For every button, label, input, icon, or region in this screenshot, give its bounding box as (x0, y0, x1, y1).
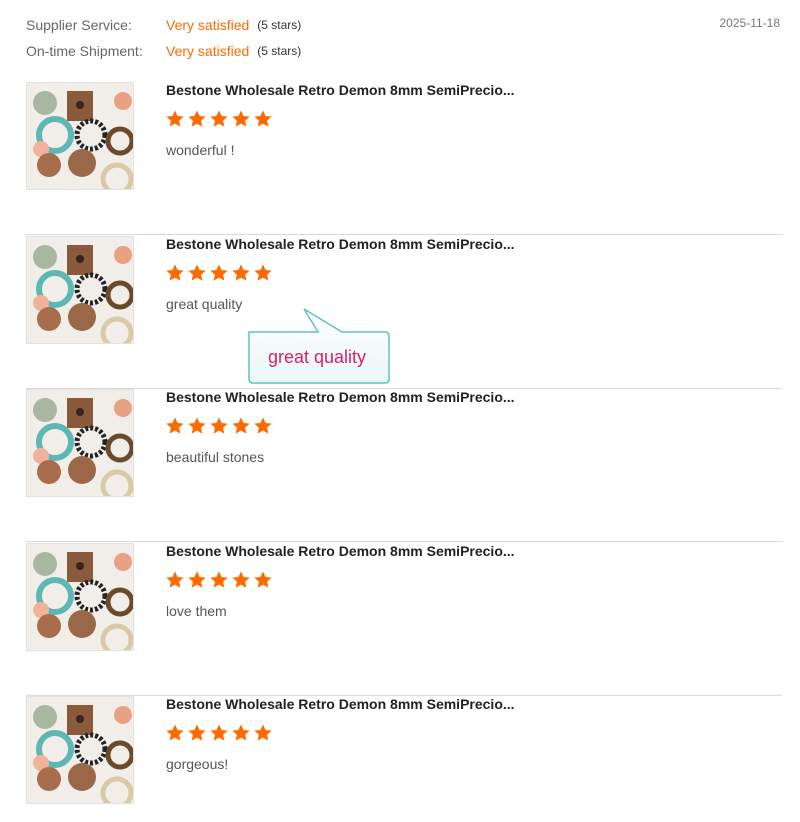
star-rating (165, 570, 273, 590)
star-icon (188, 417, 206, 434)
product-title[interactable]: Bestone Wholesale Retro Demon 8mm SemiPr… (166, 82, 515, 98)
supplier-service-rating: Supplier Service: Very satisfied (5 star… (26, 15, 301, 35)
review-item: Bestone Wholesale Retro Demon 8mm SemiPr… (26, 82, 782, 235)
supplier-service-label: Supplier Service: (26, 17, 132, 33)
star-icon (166, 110, 184, 127)
product-thumbnail[interactable] (26, 389, 134, 497)
star-icon (166, 571, 184, 588)
star-icon (232, 571, 250, 588)
star-icon (188, 571, 206, 588)
star-icon (254, 724, 272, 741)
star-rating (165, 109, 273, 129)
ontime-shipment-rating: On-time Shipment: Very satisfied (5 star… (26, 41, 301, 61)
star-icon (210, 264, 228, 281)
star-rating (165, 723, 273, 743)
star-icon (166, 417, 184, 434)
divider (26, 541, 782, 542)
product-thumbnail[interactable] (26, 543, 134, 651)
star-icon (210, 571, 228, 588)
star-icon (210, 724, 228, 741)
supplier-service-value: Very satisfied (166, 17, 250, 33)
star-icon (166, 264, 184, 281)
feedback-page: Supplier Service: Very satisfied (5 star… (0, 0, 800, 822)
ontime-shipment-label: On-time Shipment: (26, 43, 143, 59)
product-thumbnail[interactable] (26, 696, 134, 804)
review-item: Bestone Wholesale Retro Demon 8mm SemiPr… (26, 236, 782, 389)
review-comment: love them (166, 603, 227, 619)
review-date: 2025-11-18 (719, 16, 781, 30)
star-icon (232, 417, 250, 434)
star-icon (254, 110, 272, 127)
star-icon (254, 417, 272, 434)
star-icon (166, 724, 184, 741)
star-rating (165, 263, 273, 283)
product-thumbnail[interactable] (26, 82, 134, 190)
product-title[interactable]: Bestone Wholesale Retro Demon 8mm SemiPr… (166, 543, 515, 559)
review-item: Bestone Wholesale Retro Demon 8mm SemiPr… (26, 389, 782, 542)
star-icon (232, 110, 250, 127)
star-icon (210, 110, 228, 127)
star-icon (188, 264, 206, 281)
star-rating (165, 416, 273, 436)
product-thumbnail[interactable] (26, 236, 134, 344)
star-icon (232, 724, 250, 741)
divider (26, 234, 782, 235)
star-icon (232, 264, 250, 281)
review-comment: wonderful ! (166, 142, 235, 158)
callout-text: great quality (267, 346, 367, 367)
review-comment: beautiful stones (166, 449, 265, 465)
review-comment: gorgeous! (166, 756, 229, 772)
star-icon (210, 417, 228, 434)
supplier-service-stars-note: (5 stars) (257, 18, 302, 32)
review-item: Bestone Wholesale Retro Demon 8mm SemiPr… (26, 696, 782, 822)
ontime-shipment-stars-note: (5 stars) (257, 44, 302, 58)
product-title[interactable]: Bestone Wholesale Retro Demon 8mm SemiPr… (166, 389, 515, 405)
review-item: Bestone Wholesale Retro Demon 8mm SemiPr… (26, 543, 782, 696)
product-title[interactable]: Bestone Wholesale Retro Demon 8mm SemiPr… (166, 696, 515, 712)
product-title[interactable]: Bestone Wholesale Retro Demon 8mm SemiPr… (166, 236, 515, 252)
star-icon (188, 724, 206, 741)
star-icon (254, 264, 272, 281)
review-comment: great quality (166, 296, 243, 312)
star-icon (188, 110, 206, 127)
star-icon (254, 571, 272, 588)
callout-bubble: great quality (246, 306, 394, 386)
ontime-shipment-value: Very satisfied (166, 43, 250, 59)
